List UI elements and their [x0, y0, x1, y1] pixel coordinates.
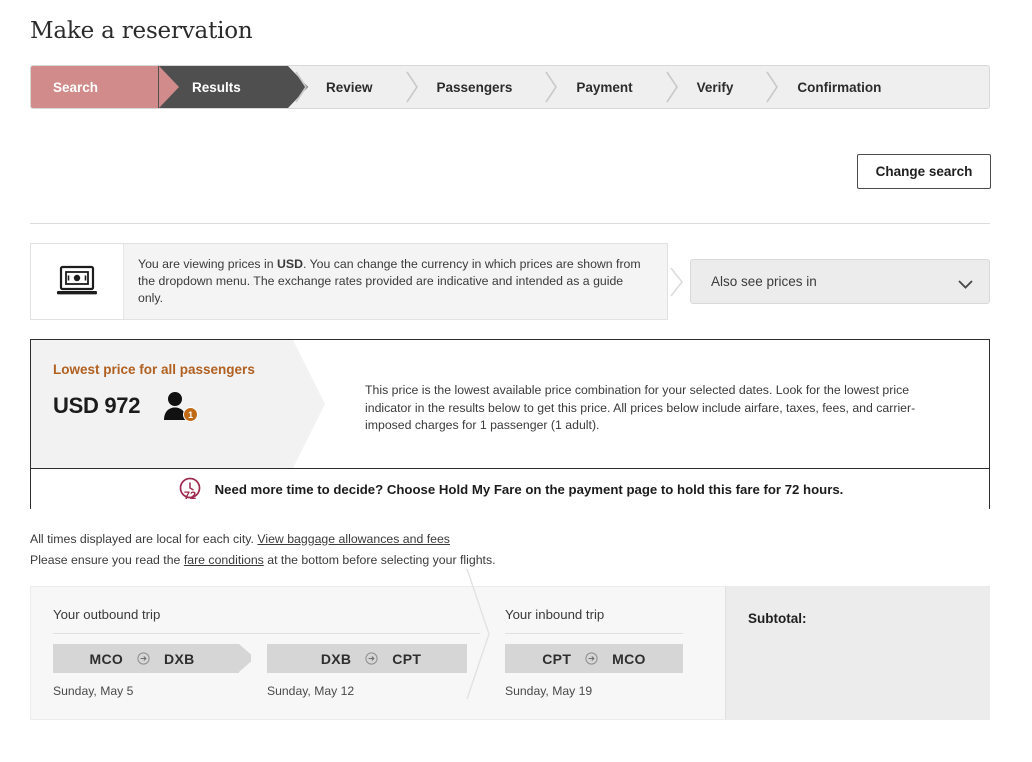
step-verify[interactable]: Verify [659, 66, 760, 108]
lowest-price-top: Lowest price for all passengers USD 972 … [31, 340, 989, 468]
lowest-price-description: This price is the lowest available price… [365, 383, 916, 432]
also-see-prices-label: Also see prices in [711, 274, 817, 289]
page-title: Make a reservation [30, 18, 253, 44]
outbound-leg-2-date: Sunday, May 12 [267, 684, 355, 698]
step-payment-label: Payment [576, 79, 633, 95]
circled-arrow-right-icon [365, 652, 378, 665]
step-payment[interactable]: Payment [538, 66, 658, 108]
booking-steps-bar: Search Results Review Passengers Payment [30, 65, 990, 109]
outbound-trip-column: Your outbound trip MCO DXB Sunday, May 5… [31, 568, 490, 719]
inbound-leg-1-pill: CPT MCO [505, 644, 683, 673]
outbound-trip-heading: Your outbound trip [53, 607, 161, 622]
currency-notice-text: You are viewing prices in USD. You can c… [124, 244, 667, 319]
change-search-button[interactable]: Change search [857, 154, 991, 189]
money-on-laptop-icon [31, 244, 124, 319]
svg-text:72: 72 [184, 490, 196, 502]
inbound-leg-1[interactable]: CPT MCO Sunday, May 19 [505, 644, 683, 698]
outbound-leg-1-origin: MCO [89, 650, 124, 667]
footnotes: All times displayed are local for each c… [30, 529, 496, 571]
footnote-2-before: Please ensure you read the [30, 553, 184, 567]
inbound-leg-1-date: Sunday, May 19 [505, 684, 593, 698]
fare-conditions-link[interactable]: fare conditions [184, 553, 264, 567]
inbound-leg-1-origin: CPT [542, 650, 572, 667]
also-see-prices-dropdown[interactable]: Also see prices in [690, 259, 990, 304]
step-review-label: Review [326, 79, 373, 95]
inbound-legs: CPT MCO Sunday, May 19 [505, 644, 725, 698]
trip-summary: Your outbound trip MCO DXB Sunday, May 5… [30, 568, 990, 720]
reservation-page: Make a reservation Search Results Review… [0, 0, 1032, 762]
footnote-line-1: All times displayed are local for each c… [30, 529, 496, 550]
outbound-leg-2-pill: DXB CPT [267, 644, 467, 673]
hold-my-fare-banner: 72 Need more time to decide? Choose Hold… [31, 468, 989, 509]
currency-code: USD [277, 257, 303, 271]
clock-72-icon: 72 [177, 476, 203, 502]
step-search-label: Search [53, 79, 99, 95]
step-results-label: Results [192, 79, 241, 95]
chevron-down-icon [958, 277, 973, 289]
outbound-legs: MCO DXB Sunday, May 5 DXB CPT Sunday, Ma… [53, 644, 479, 698]
chevron-right-icon [659, 66, 685, 108]
currency-notice: You are viewing prices in USD. You can c… [30, 243, 668, 320]
step-passengers-label: Passengers [436, 79, 513, 95]
footnote-1-text: All times displayed are local for each c… [30, 532, 258, 546]
lowest-price-caption: Lowest price for all passengers [53, 362, 255, 377]
inbound-divider [505, 633, 683, 634]
chevron-right-icon [538, 66, 564, 108]
step-confirmation-label: Confirmation [797, 79, 882, 95]
lowest-price-panel: Lowest price for all passengers USD 972 … [30, 339, 990, 509]
outbound-leg-1-date: Sunday, May 5 [53, 684, 134, 698]
outbound-leg-1[interactable]: MCO DXB Sunday, May 5 [53, 644, 239, 698]
chevron-right-icon [666, 262, 688, 302]
outbound-leg-1-destination: DXB [164, 650, 195, 667]
footnote-line-2: Please ensure you read the fare conditio… [30, 550, 496, 571]
outbound-leg-2-origin: DXB [320, 650, 352, 667]
outbound-leg-2[interactable]: DXB CPT Sunday, May 12 [267, 644, 467, 698]
inbound-leg-1-destination: MCO [612, 650, 646, 667]
step-search[interactable]: Search [31, 66, 179, 108]
hold-my-fare-text: Need more time to decide? Choose Hold My… [214, 481, 844, 497]
footnote-2-after: at the bottom before selecting your flig… [263, 553, 496, 567]
inbound-trip-heading: Your inbound trip [505, 607, 605, 622]
circled-arrow-right-icon [137, 652, 150, 665]
lowest-price-row: USD 972 1 [53, 391, 293, 422]
lowest-price-amount: USD 972 [53, 393, 141, 418]
subtotal-label: Subtotal: [748, 611, 807, 626]
step-verify-label: Verify [696, 79, 734, 95]
outbound-leg-2-destination: CPT [392, 650, 422, 667]
baggage-allowances-link[interactable]: View baggage allowances and fees [257, 532, 450, 546]
chevron-right-icon [759, 66, 785, 108]
lowest-price-highlight: Lowest price for all passengers USD 972 … [31, 340, 325, 468]
outbound-divider [53, 633, 480, 634]
step-passengers[interactable]: Passengers [399, 66, 539, 108]
circled-arrow-right-icon [585, 652, 598, 665]
currency-text-before: You are viewing prices in [138, 257, 277, 271]
inbound-trip-column: Your inbound trip CPT MCO Sunday, May 19 [479, 587, 725, 719]
passenger-icon: 1 [162, 391, 199, 422]
outbound-leg-1-pill: MCO DXB [53, 644, 239, 673]
chevron-right-icon [399, 66, 425, 108]
subtotal-column: Subtotal: [725, 587, 989, 719]
horizontal-divider [30, 223, 990, 224]
step-confirmation[interactable]: Confirmation [759, 66, 907, 108]
